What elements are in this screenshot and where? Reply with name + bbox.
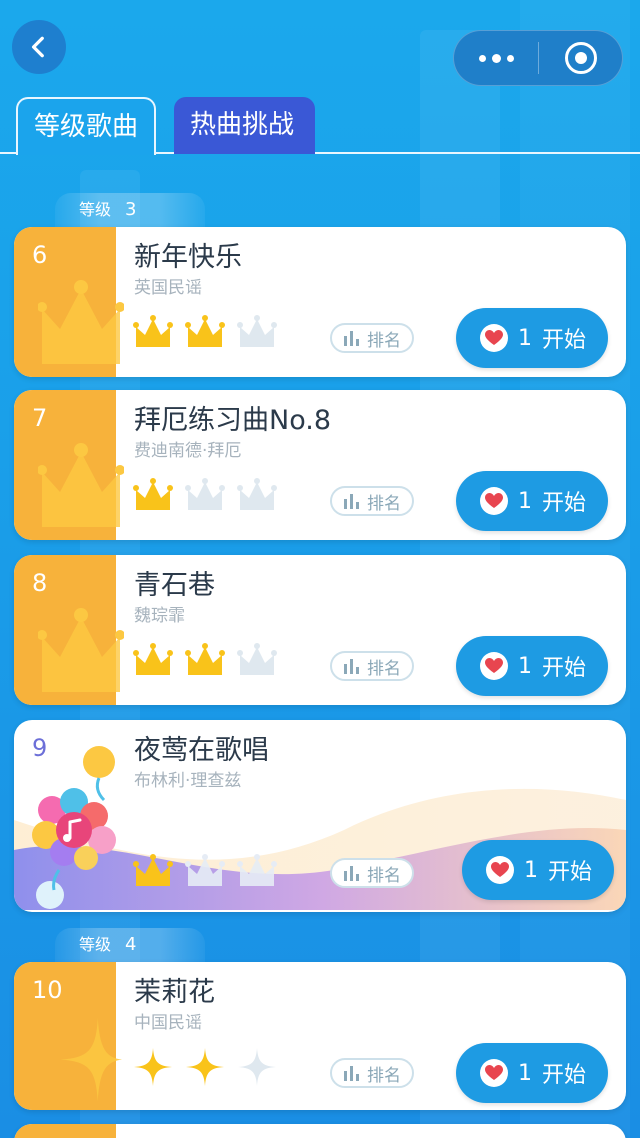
song-card[interactable]: 10 茉莉花 中国民谣 排名 1 开始 <box>14 962 626 1110</box>
star-rating <box>132 474 278 516</box>
star-rating <box>132 850 278 892</box>
heart-icon <box>480 487 508 515</box>
back-button[interactable] <box>12 20 66 74</box>
star-rating <box>132 639 278 681</box>
level-header: 等级 4 <box>55 928 205 962</box>
start-button[interactable]: 1 开始 <box>456 471 608 531</box>
song-card[interactable]: 7 拜厄练习曲No.8 费迪南德·拜厄 排名 1 开始 <box>14 390 626 540</box>
tab-hot-challenge[interactable]: 热曲挑战 <box>174 97 315 154</box>
song-index: 7 <box>32 404 48 432</box>
crown-star-empty-icon <box>185 478 225 510</box>
bar-chart-icon <box>344 494 359 509</box>
crown-star-filled-icon <box>185 315 225 347</box>
bar-chart-icon <box>344 331 359 346</box>
sparkle-icon <box>60 1017 122 1102</box>
rank-button[interactable]: 排名 <box>330 323 414 353</box>
bar-chart-icon <box>344 1066 359 1081</box>
song-artist: 英国民谣 <box>134 278 202 298</box>
star-rating <box>132 311 278 353</box>
sparkle-star-filled-icon <box>134 1048 172 1086</box>
close-button[interactable] <box>539 42 622 74</box>
crown-star-empty-icon <box>237 643 277 675</box>
song-card-featured[interactable]: 9 夜莺在歌唱 布林利·理查兹 排名 1 开始 <box>14 720 626 912</box>
song-title: 夜莺在歌唱 <box>134 735 269 766</box>
heart-icon <box>480 1059 508 1087</box>
song-artist: 布林利·理查兹 <box>134 771 242 791</box>
song-artist: 费迪南德·拜厄 <box>134 441 242 461</box>
rank-button[interactable]: 排名 <box>330 1058 414 1088</box>
heart-icon <box>480 652 508 680</box>
crown-star-empty-icon <box>237 478 277 510</box>
crown-star-filled-icon <box>133 478 173 510</box>
song-title: 茉莉花 <box>134 977 215 1008</box>
target-close-icon <box>564 42 597 74</box>
crown-icon <box>38 443 124 527</box>
heart-icon <box>486 856 514 884</box>
crown-star-empty-icon <box>237 854 277 886</box>
bar-chart-icon <box>344 659 359 674</box>
crown-star-filled-icon <box>133 643 173 675</box>
song-title: 新年快乐 <box>134 242 242 273</box>
crown-star-filled-icon <box>185 643 225 675</box>
song-index: 8 <box>32 569 48 597</box>
song-title: 青石巷 <box>134 570 215 601</box>
miniprogram-capsule <box>453 30 623 86</box>
rank-button[interactable]: 排名 <box>330 651 414 681</box>
more-dots-icon <box>478 54 486 62</box>
heart-icon <box>480 324 508 352</box>
sparkle-star-filled-icon <box>186 1048 224 1086</box>
tab-level-songs[interactable]: 等级歌曲 <box>16 97 156 155</box>
song-card[interactable]: 6 新年快乐 英国民谣 排名 1 开始 <box>14 227 626 377</box>
rank-button[interactable]: 排名 <box>330 858 414 888</box>
crown-icon <box>38 608 124 692</box>
song-index: 10 <box>32 976 63 1004</box>
level-header: 等级 3 <box>55 193 205 227</box>
more-button[interactable] <box>454 31 538 85</box>
crown-star-empty-icon <box>237 315 277 347</box>
song-artist: 魏琮霏 <box>134 606 185 626</box>
crown-icon <box>38 280 124 364</box>
start-button[interactable]: 1 开始 <box>462 840 614 900</box>
crown-star-filled-icon <box>133 315 173 347</box>
rank-button[interactable]: 排名 <box>330 486 414 516</box>
song-artist: 中国民谣 <box>134 1013 202 1033</box>
chevron-left-icon <box>31 36 44 58</box>
start-button[interactable]: 1 开始 <box>456 308 608 368</box>
star-rating <box>132 1046 278 1088</box>
bar-chart-icon <box>344 866 359 881</box>
start-button[interactable]: 1 开始 <box>456 636 608 696</box>
song-title: 拜厄练习曲No.8 <box>134 405 332 436</box>
song-index: 9 <box>32 734 48 762</box>
song-card[interactable]: 8 青石巷 魏琮霏 排名 1 开始 <box>14 555 626 705</box>
start-button[interactable]: 1 开始 <box>456 1043 608 1103</box>
song-card-partial[interactable] <box>14 1124 626 1138</box>
sparkle-star-empty-icon <box>238 1048 276 1086</box>
crown-star-filled-icon <box>133 854 173 886</box>
song-index: 6 <box>32 241 48 269</box>
crown-star-empty-icon <box>185 854 225 886</box>
